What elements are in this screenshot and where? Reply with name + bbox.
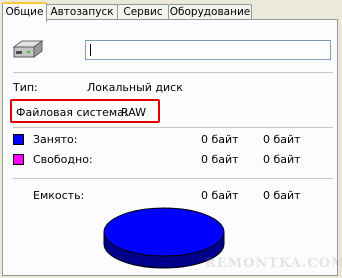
hard-drive-icon	[12, 40, 44, 58]
type-label: Тип:	[13, 81, 38, 94]
type-value: Локальный диск	[87, 81, 183, 94]
fs-highlight-frame	[10, 99, 160, 123]
free-size: 0 байт	[263, 153, 301, 166]
general-panel: Тип: Локальный диск Файловая система: RA…	[2, 19, 338, 276]
tab-tools[interactable]: Сервис	[117, 4, 169, 20]
used-color-swatch	[13, 134, 24, 145]
free-color-swatch	[13, 154, 24, 165]
capacity-size: 0 байт	[263, 189, 301, 202]
free-label: Свободно:	[33, 153, 93, 166]
separator	[13, 72, 333, 73]
free-bytes: 0 байт	[201, 153, 239, 166]
used-size: 0 байт	[263, 133, 301, 146]
tab-general[interactable]: Общие	[2, 2, 47, 22]
separator	[13, 127, 333, 128]
capacity-label: Емкость:	[33, 189, 85, 202]
volume-name-input[interactable]	[85, 40, 331, 60]
used-bytes: 0 байт	[201, 133, 239, 146]
watermark: REMONTKA.COM	[205, 256, 342, 271]
separator	[13, 178, 333, 179]
capacity-bytes: 0 байт	[201, 189, 239, 202]
tab-hardware[interactable]: Оборудование	[168, 4, 252, 20]
text-caret	[90, 44, 91, 56]
tab-autoplay[interactable]: Автозапуск	[46, 4, 118, 20]
used-label: Занято:	[33, 133, 78, 146]
